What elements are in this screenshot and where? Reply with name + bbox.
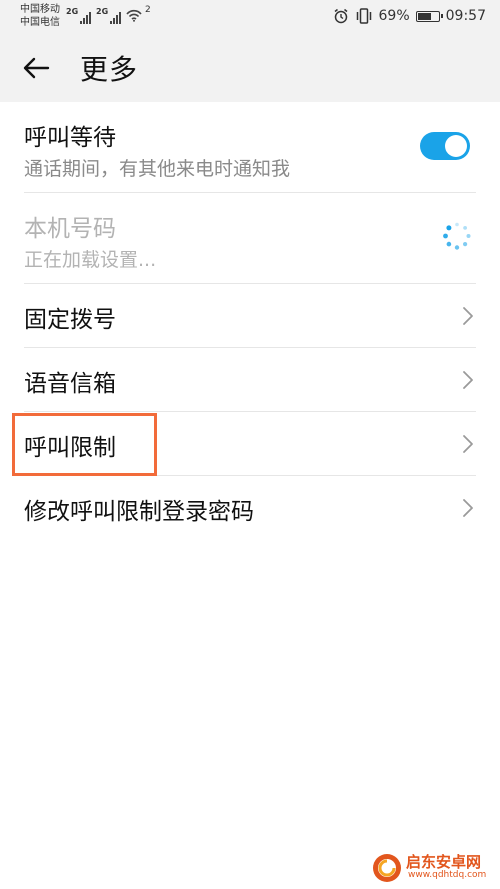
hotspot-count: 2	[145, 5, 151, 15]
call-waiting-subtitle: 通话期间，有其他来电时通知我	[24, 158, 291, 180]
voicemail-title: 语音信箱	[24, 371, 116, 397]
clock: 09:57	[445, 8, 486, 24]
watermark: 启东安卓网 www.qdhtdq.com	[372, 851, 494, 885]
settings-list: 呼叫等待 通话期间，有其他来电时通知我 本机号码 正在加载设置... 固定拨号	[0, 102, 500, 539]
carrier-1: 中国移动	[20, 4, 60, 15]
status-right: 69% 09:57	[333, 8, 486, 24]
call-waiting-toggle[interactable]	[420, 132, 470, 160]
chevron-right-icon	[463, 498, 473, 517]
carrier-2: 中国电信	[20, 17, 60, 28]
my-number-subtitle: 正在加载设置...	[24, 249, 157, 271]
loading-spinner-icon	[443, 222, 471, 250]
signal-1-icon: 2G	[66, 6, 92, 24]
call-waiting-item[interactable]: 呼叫等待 通话期间，有其他来电时通知我	[24, 102, 476, 193]
call-waiting-title: 呼叫等待	[24, 125, 116, 151]
status-bar: 中国移动 中国电信 2G 2G 2 69% 09:57	[0, 0, 500, 34]
alarm-icon	[334, 8, 347, 24]
my-number-item[interactable]: 本机号码 正在加载设置...	[24, 193, 476, 284]
watermark-name: 启东安卓网	[406, 853, 482, 871]
chevron-right-icon	[463, 306, 473, 325]
battery-icon	[415, 10, 443, 22]
toggle-knob	[445, 135, 467, 157]
page-title: 更多	[80, 53, 139, 86]
hotspot-icon	[126, 9, 142, 22]
call-barring-title: 呼叫限制	[24, 435, 116, 461]
fixed-dialing-title: 固定拨号	[24, 307, 116, 333]
my-number-title: 本机号码	[24, 216, 116, 242]
change-barring-password-title: 修改呼叫限制登录密码	[24, 499, 254, 525]
chevron-right-icon	[463, 434, 473, 453]
change-barring-password-item[interactable]: 修改呼叫限制登录密码	[24, 476, 476, 539]
screen: 中国移动 中国电信 2G 2G 2 69% 09:57 更多 呼叫等待 通话期间…	[0, 0, 500, 889]
watermark-logo-icon	[373, 854, 401, 882]
title-bar: 更多	[0, 34, 500, 102]
fixed-dialing-item[interactable]: 固定拨号	[24, 284, 476, 348]
carrier-labels: 中国移动 中国电信	[20, 3, 60, 29]
voicemail-item[interactable]: 语音信箱	[24, 348, 476, 412]
watermark-url: www.qdhtdq.com	[408, 870, 487, 880]
chevron-right-icon	[463, 370, 473, 389]
vibrate-icon	[356, 8, 371, 24]
call-barring-item[interactable]: 呼叫限制	[24, 412, 476, 476]
battery-percent: 69%	[378, 8, 410, 24]
back-arrow-icon[interactable]	[18, 50, 54, 86]
signal-2-icon: 2G	[96, 6, 122, 24]
